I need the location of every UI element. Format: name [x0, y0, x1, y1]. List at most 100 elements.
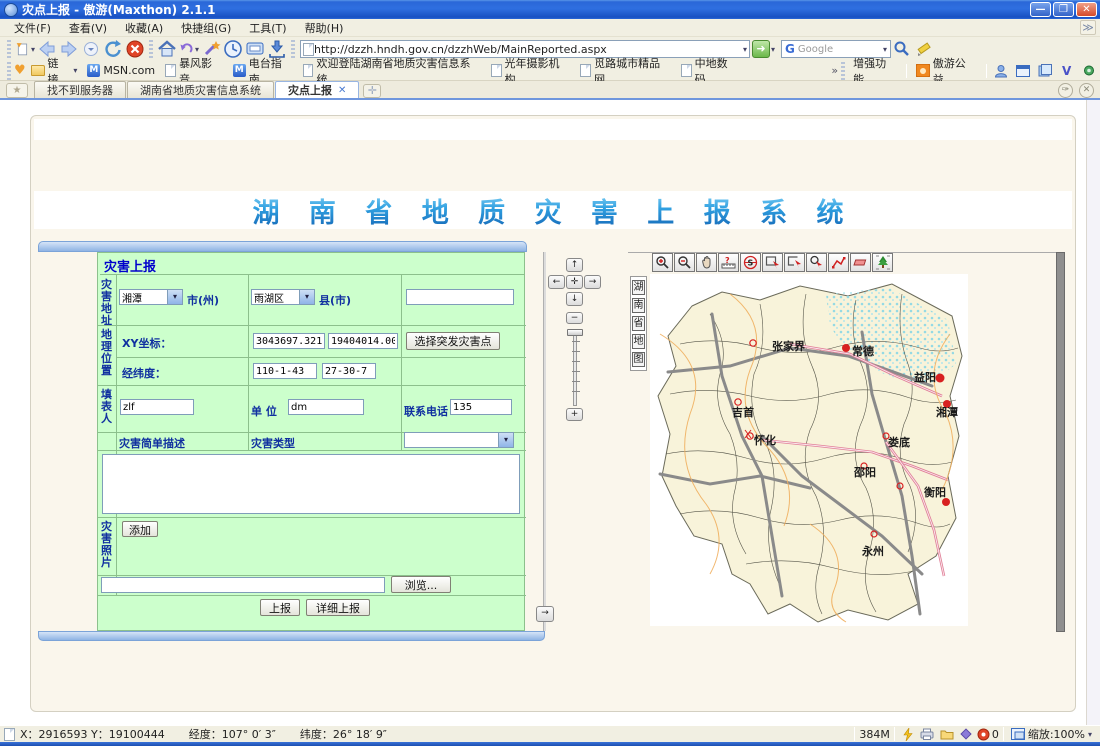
pan-left-button[interactable]: ← [548, 275, 565, 289]
svg-text:?: ? [725, 256, 730, 265]
city-label: 衡阳 [924, 485, 946, 499]
window-list-button[interactable] [1012, 61, 1034, 81]
zoom-dropdown-icon[interactable]: ▾ [1088, 730, 1092, 739]
bookmark-msn[interactable]: M MSN.com [82, 63, 160, 78]
photo-row-label: 灾害照片 [99, 521, 114, 569]
toolbar-grip [149, 40, 153, 58]
tab-close-icon[interactable]: ✕ [338, 85, 346, 96]
tab-hunan-geo-info[interactable]: 湖南省地质灾害信息系统 [127, 81, 274, 98]
city-select[interactable]: 湘潭 ▾ [119, 289, 183, 305]
zoom-slider-track[interactable] [573, 330, 577, 406]
map-scale-button[interactable]: S [740, 253, 761, 272]
proxy-button[interactable] [991, 61, 1013, 81]
pick-disaster-point-button[interactable]: 选择突发灾害点 [406, 332, 500, 350]
disaster-type-select[interactable]: ▾ [404, 432, 514, 448]
refresh-button[interactable] [102, 39, 124, 59]
favorites-heart-icon[interactable]: ♥ [14, 63, 26, 78]
map-zoom-out-button[interactable] [674, 253, 695, 272]
detail-submit-button[interactable]: 详细上报 [306, 599, 370, 616]
pan-right-button[interactable]: → [584, 275, 601, 289]
pan-up-button[interactable]: ↑ [566, 258, 583, 272]
zoom-level-label[interactable]: 缩放:100% [1028, 726, 1085, 742]
pan-down-button[interactable]: ↓ [566, 292, 583, 306]
address-dropdown-icon[interactable]: ▾ [743, 45, 747, 54]
menu-favorites[interactable]: 收藏(A) [117, 19, 171, 37]
phone-input[interactable] [450, 399, 512, 415]
map-right-scroll-strip[interactable] [1056, 252, 1065, 632]
y-coordinate-input[interactable] [328, 333, 398, 349]
zoom-in-step-button[interactable]: + [566, 408, 583, 421]
menu-view[interactable]: 查看(V) [61, 19, 115, 37]
bookmarks-overflow-chevron[interactable]: » [831, 64, 838, 77]
tab-disaster-report[interactable]: 灾点上报 ✕ [275, 81, 359, 98]
map-zoom-in-button[interactable] [652, 253, 673, 272]
boost-lightning-icon[interactable] [902, 728, 914, 741]
rss-button[interactable]: V [1056, 61, 1078, 81]
folder-icon[interactable] [940, 728, 954, 740]
grid-line [116, 357, 526, 358]
page-scrollbar[interactable]: ▲ ▼ [1086, 100, 1100, 725]
map-pan-hand-button[interactable] [696, 253, 717, 272]
disaster-report-form: 灾害上报 灾害地址 地理位置 填表人 灾害照片 湘潭 ▾ 市(州) 雨湖区 ▾ [97, 252, 525, 631]
minimize-button[interactable]: — [1030, 2, 1051, 17]
menu-help[interactable]: 帮助(H) [297, 19, 352, 37]
notes-icon [1038, 64, 1052, 77]
stop-button[interactable] [124, 39, 146, 59]
plugin-diamond-icon[interactable] [960, 728, 972, 740]
go-dropdown-icon[interactable]: ▾ [771, 45, 775, 54]
lonlat-label: 经纬度： [122, 365, 166, 381]
x-coordinate-input[interactable] [253, 333, 325, 349]
window-icon [1016, 65, 1030, 77]
browse-button[interactable]: 浏览... [391, 576, 451, 593]
county-select[interactable]: 雨湖区 ▾ [251, 289, 315, 305]
tab-server-not-found[interactable]: 找不到服务器 [34, 81, 126, 98]
splitter[interactable] [543, 252, 546, 631]
address-detail-input[interactable] [406, 289, 514, 305]
map-layer-strip[interactable]: 湖 南 省 地 图 [630, 276, 647, 371]
close-tabs-button[interactable]: ✕ [1079, 83, 1094, 98]
menu-overflow-chevron-icon[interactable]: ≫ [1080, 20, 1096, 35]
description-label: 灾害简单描述 [119, 435, 185, 451]
printer-icon[interactable] [920, 728, 934, 740]
map-select-rectangle-button[interactable] [762, 253, 783, 272]
description-textarea[interactable] [102, 454, 520, 514]
map-legend-tree-button[interactable] [872, 253, 893, 272]
plugin-button[interactable] [1078, 61, 1100, 81]
tab-list-star-icon[interactable]: ★ [6, 83, 28, 98]
history-drop-button[interactable] [80, 39, 102, 59]
slider-tick [572, 351, 580, 352]
page-icon [580, 64, 591, 77]
zoom-out-step-button[interactable]: − [566, 312, 583, 324]
map-deselect-rectangle-button[interactable] [784, 253, 805, 272]
zoom-window-icon[interactable] [1011, 728, 1025, 740]
map-draw-polyline-button[interactable] [828, 253, 849, 272]
map-eraser-button[interactable] [850, 253, 871, 272]
latitude-input[interactable] [322, 363, 376, 379]
gear-icon [1082, 64, 1096, 77]
go-button[interactable]: ➜ [752, 40, 770, 58]
notes-button[interactable] [1034, 61, 1056, 81]
map-measure-button[interactable]: ? [718, 253, 739, 272]
menu-tools[interactable]: 工具(T) [241, 19, 294, 37]
close-button[interactable]: ✕ [1076, 2, 1097, 17]
hunan-map[interactable]: 张家界 常德 益阳 吉首 湘潭 怀化 娄底 邵阳 衡阳 永州 [650, 274, 968, 626]
slider-tick [572, 341, 580, 342]
ad-filter-icon[interactable] [977, 728, 990, 741]
pan-center-button[interactable]: ✛ [566, 275, 583, 289]
reporter-input[interactable] [120, 399, 194, 415]
maximize-button[interactable]: ❐ [1053, 2, 1074, 17]
new-tab-plus-button[interactable]: ✛ [363, 84, 381, 98]
menu-file[interactable]: 文件(F) [6, 19, 59, 37]
map-identify-button[interactable] [806, 253, 827, 272]
zoom-slider-handle[interactable] [567, 329, 583, 336]
unit-input[interactable] [288, 399, 364, 415]
menu-groups[interactable]: 快捷组(G) [173, 19, 239, 37]
add-photo-button[interactable]: 添加 [122, 521, 158, 537]
search-engine-dropdown-icon[interactable]: ▾ [883, 45, 887, 54]
longitude-input[interactable] [253, 363, 317, 379]
quick-tools-wrench-button[interactable]: ✑ [1058, 83, 1073, 98]
submit-button[interactable]: 上报 [260, 599, 300, 616]
collapse-panel-arrow-button[interactable]: → [536, 606, 554, 622]
photo-file-input[interactable] [101, 577, 385, 593]
slider-tick [572, 361, 580, 362]
